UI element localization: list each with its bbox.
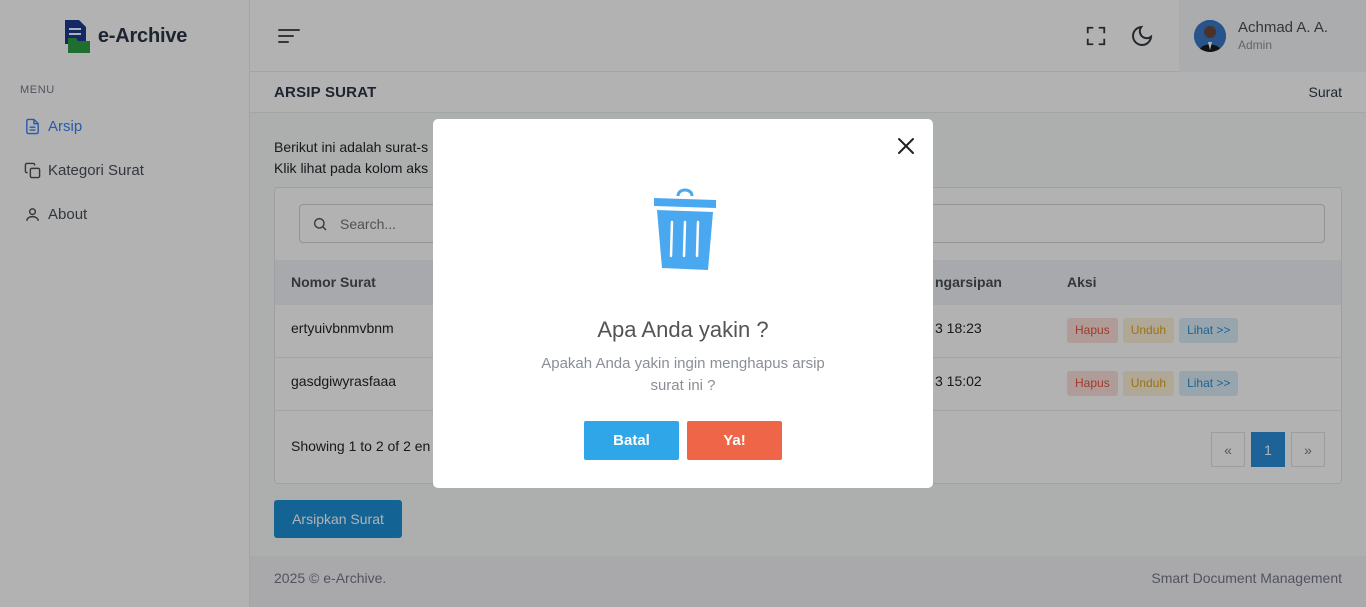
modal-title: Apa Anda yakin ?: [597, 317, 769, 342]
confirm-button[interactable]: Ya!: [687, 421, 782, 460]
delete-confirm-modal: Apa Anda yakin ? Apakah Anda yakin ingin…: [433, 119, 933, 488]
cancel-button[interactable]: Batal: [584, 421, 679, 460]
modal-message: Apakah Anda yakin ingin menghapus arsip …: [541, 355, 825, 394]
trash-icon: [654, 188, 716, 270]
modal-actions: Batal Ya!: [584, 421, 782, 460]
close-icon[interactable]: [897, 137, 915, 155]
